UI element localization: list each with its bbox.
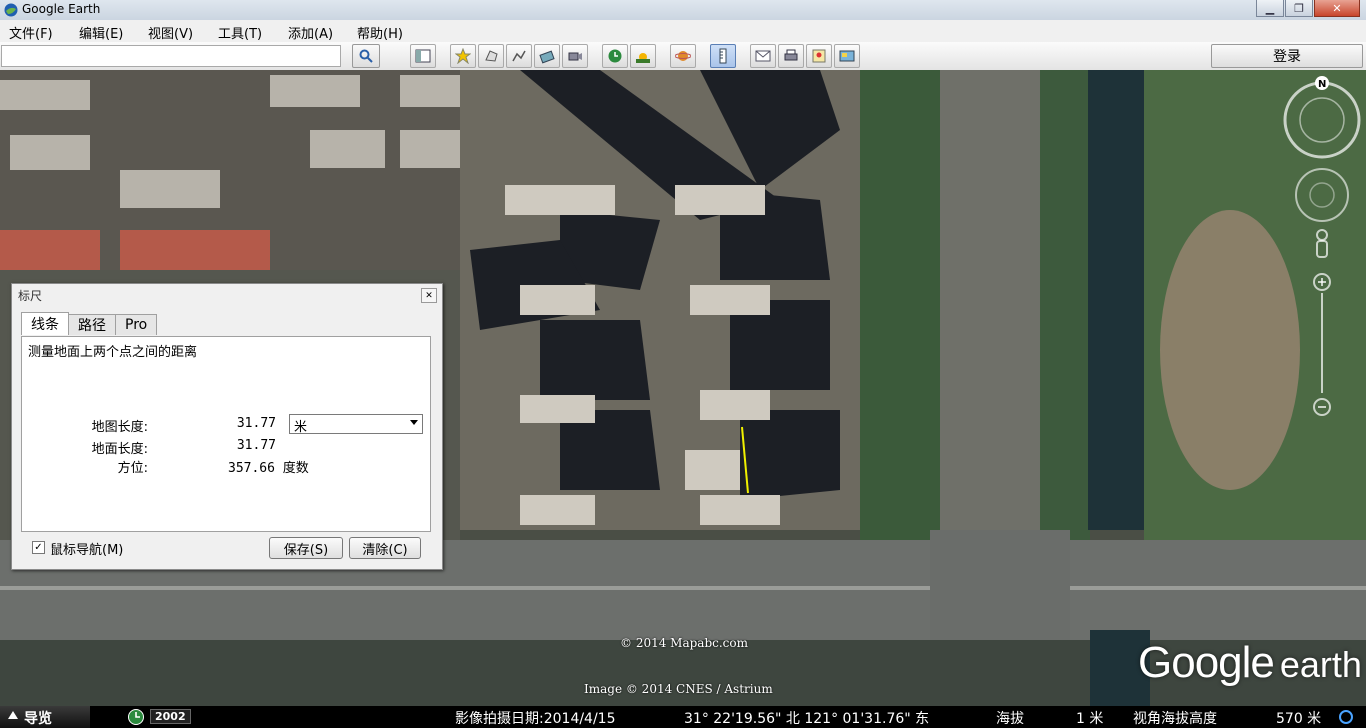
polygon-button[interactable] — [478, 44, 504, 68]
placemark-button[interactable] — [450, 44, 476, 68]
north-icon[interactable]: N — [1315, 76, 1329, 90]
google-earth-logo-icon — [4, 3, 18, 17]
planets-button[interactable] — [670, 44, 696, 68]
logo-google-text: Google — [1138, 638, 1275, 687]
tour-toggle-button[interactable]: 导览 — [0, 706, 90, 728]
menu-file[interactable]: 文件(F) — [9, 23, 53, 42]
ground-length-label: 地面长度: — [91, 442, 148, 457]
ruler-dialog: 标尺 ✕ 线条 路径 Pro 测量地面上两个点之间的距离 地图长度: 31.77… — [11, 283, 443, 570]
close-icon: ✕ — [425, 290, 433, 301]
record-tour-button[interactable] — [562, 44, 588, 68]
path-icon — [512, 50, 526, 62]
mouse-nav-checkbox[interactable]: ✓ — [32, 541, 45, 554]
menu-help[interactable]: 帮助(H) — [357, 23, 403, 42]
save-image-button[interactable] — [834, 44, 860, 68]
coordinates: 31° 22'19.56" 北 121° 01'31.76" 东 — [684, 711, 930, 727]
menu-view[interactable]: 视图(V) — [148, 23, 193, 42]
heading-label: 方位: — [117, 461, 148, 476]
streaming-indicator-icon — [1339, 710, 1353, 724]
close-button[interactable]: ✕ — [1314, 0, 1360, 17]
placemark-icon — [455, 48, 471, 64]
email-button[interactable] — [750, 44, 776, 68]
menu-bar: 文件(F) 编辑(E) 视图(V) 工具(T) 添加(A) 帮助(H) — [0, 20, 1366, 42]
minimize-button[interactable]: ▁ — [1256, 0, 1284, 17]
historical-imagery-button[interactable] — [602, 44, 628, 68]
historical-imagery-clock-icon[interactable] — [127, 708, 145, 726]
search-button[interactable] — [352, 44, 380, 68]
eye-altitude-label: 视角海拔高度 — [1133, 711, 1217, 727]
logo-earth-text: earth — [1279, 644, 1362, 685]
status-bar: 影像拍摄日期:2014/4/15 31° 22'19.56" 北 121° 01… — [0, 706, 1366, 728]
copyright-mapabc: © 2014 Mapabc.com — [620, 636, 748, 650]
view-in-maps-button[interactable] — [806, 44, 832, 68]
unit-select[interactable]: 米 — [289, 414, 423, 435]
copyright-cnes: Image © 2014 CNES / Astrium — [584, 682, 773, 696]
menu-tools[interactable]: 工具(T) — [218, 23, 262, 42]
search-icon — [359, 49, 373, 63]
zoom-slider[interactable] — [1313, 273, 1331, 416]
sunlight-button[interactable] — [630, 44, 656, 68]
login-button[interactable]: 登录 — [1211, 44, 1363, 68]
compass-ring[interactable] — [1283, 81, 1361, 159]
mouse-nav-label: 鼠标导航(M) — [50, 543, 124, 558]
save-button[interactable]: 保存(S) — [269, 537, 343, 559]
pan-joystick-icon[interactable] — [1295, 168, 1349, 222]
search-input[interactable] — [1, 45, 341, 67]
print-button[interactable] — [778, 44, 804, 68]
elevation-label: 海拔 — [996, 711, 1024, 727]
print-icon — [784, 49, 798, 61]
map-length-value: 31.77 — [236, 416, 276, 431]
image-overlay-icon — [539, 50, 555, 64]
elevation-value: 1 米 — [1076, 711, 1104, 727]
ruler-close-button[interactable]: ✕ — [421, 288, 437, 303]
sidebar-toggle-icon — [415, 49, 431, 63]
ruler-description: 测量地面上两个点之间的距离 — [28, 345, 198, 360]
ruler-panel: 测量地面上两个点之间的距离 地图长度: 31.77 米 地面长度: 31.77 … — [21, 336, 431, 532]
heading-value: 357.66 度数 — [228, 461, 309, 476]
tour-label: 导览 — [24, 711, 52, 727]
triangle-up-icon — [8, 711, 18, 719]
tab-path[interactable]: 路径 — [68, 314, 116, 335]
eye-altitude-value: 570 米 — [1276, 711, 1322, 727]
tab-line[interactable]: 线条 — [21, 312, 69, 335]
ground-length-value: 31.77 — [236, 438, 276, 453]
sunlight-icon — [636, 53, 650, 63]
image-overlay-button[interactable] — [534, 44, 560, 68]
historical-imagery-icon — [608, 49, 622, 63]
unit-select-value: 米 — [294, 420, 308, 435]
tab-pro[interactable]: Pro — [115, 314, 158, 335]
save-image-icon — [839, 50, 855, 62]
historical-year-badge[interactable]: 2002 — [150, 709, 191, 724]
map-length-label: 地图长度: — [91, 420, 148, 435]
ruler-button[interactable] — [710, 44, 736, 68]
polygon-icon — [485, 50, 498, 62]
street-view-pegman-icon[interactable] — [1316, 229, 1328, 258]
ruler-icon — [719, 48, 727, 64]
toolbar: 登录 — [0, 42, 1366, 71]
clear-button[interactable]: 清除(C) — [349, 537, 421, 559]
ruler-dialog-title: 标尺 — [18, 289, 43, 303]
google-earth-logo: Google earth — [1138, 638, 1362, 688]
navigation-controls: N — [1282, 75, 1362, 425]
email-icon — [755, 50, 771, 62]
path-button[interactable] — [506, 44, 532, 68]
menu-add[interactable]: 添加(A) — [288, 23, 333, 42]
menu-edit[interactable]: 编辑(E) — [79, 23, 123, 42]
maximize-button[interactable]: ❐ — [1285, 0, 1313, 17]
sidebar-toggle-button[interactable] — [410, 44, 436, 68]
title-bar: Google Earth ▁ ❐ ✕ — [0, 0, 1366, 21]
record-tour-icon — [568, 52, 582, 61]
window-title: Google Earth — [22, 2, 101, 16]
view-in-maps-icon — [812, 49, 826, 63]
svg-text:N: N — [1318, 79, 1326, 90]
planets-icon — [675, 51, 691, 61]
chevron-down-icon — [410, 420, 418, 425]
imagery-date: 影像拍摄日期:2014/4/15 — [455, 711, 616, 727]
